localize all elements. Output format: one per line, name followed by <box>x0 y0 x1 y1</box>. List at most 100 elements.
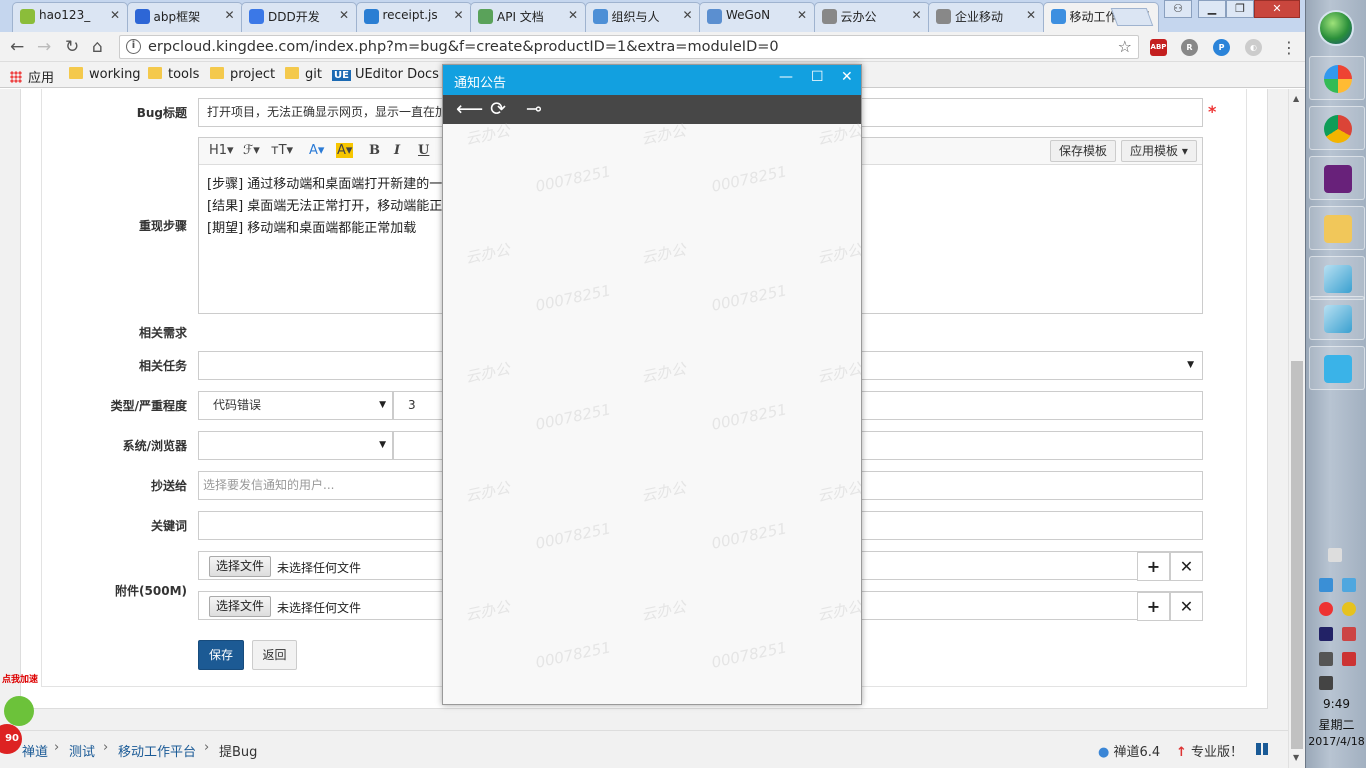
tab-close-icon[interactable]: ✕ <box>453 8 463 22</box>
heading-button[interactable]: H1▾ <box>209 143 234 158</box>
tray-app-icon[interactable] <box>1319 578 1333 592</box>
restore-button[interactable]: ❐ <box>1226 0 1254 18</box>
clock-time[interactable]: 9:49 <box>1306 697 1366 711</box>
page-scrollbar[interactable]: ▲ ▼ <box>1288 89 1305 768</box>
minimize-button[interactable]: ▁ <box>1198 0 1226 18</box>
muted-icon[interactable] <box>1342 652 1356 666</box>
volume-icon[interactable] <box>1342 627 1356 641</box>
network-icon[interactable] <box>1319 676 1333 690</box>
chrome-menu-icon[interactable]: ⋮ <box>1281 38 1297 57</box>
italic-button[interactable]: I <box>394 143 400 158</box>
minimize-icon[interactable]: — <box>779 69 793 85</box>
taskbar-explorer[interactable] <box>1309 206 1365 250</box>
clock-weekday[interactable]: 星期二 <box>1306 716 1366 733</box>
bold-button[interactable]: B <box>369 143 380 158</box>
tab-close-icon[interactable]: ✕ <box>911 8 921 22</box>
tab-close-icon[interactable]: ✕ <box>682 8 692 22</box>
underline-button[interactable]: U <box>418 143 429 158</box>
bookmark-apps[interactable]: 应用 <box>10 67 54 86</box>
extension-grey-icon[interactable]: ◐ <box>1245 39 1262 56</box>
taskbar-im-app[interactable] <box>1309 346 1365 390</box>
speed-up-widget[interactable]: 点我加速 90 <box>0 668 48 768</box>
home-icon[interactable]: ⌂ <box>92 37 103 57</box>
bookmark-star-icon[interactable]: ☆ <box>1118 37 1132 56</box>
extension-r-icon[interactable]: R <box>1181 39 1198 56</box>
bluetooth-icon[interactable] <box>1319 627 1333 641</box>
apply-template-button[interactable]: 应用模板 ▾ <box>1121 140 1197 162</box>
device-icon[interactable] <box>1319 652 1333 666</box>
close-icon[interactable]: ✕ <box>841 69 853 85</box>
tab-close-icon[interactable]: ✕ <box>1026 8 1036 22</box>
new-tab-button[interactable] <box>1110 8 1154 26</box>
qrcode-icon[interactable] <box>1256 743 1268 755</box>
background-color-button[interactable]: A▾ <box>336 143 354 158</box>
reload-icon[interactable]: ↻ <box>65 37 79 57</box>
save-template-button[interactable]: 保存模板 <box>1050 140 1117 162</box>
remove-attachment-button[interactable]: ✕ <box>1170 592 1203 621</box>
info-icon[interactable]: i <box>126 39 141 54</box>
scroll-up-icon[interactable]: ▲ <box>1293 94 1299 103</box>
browser-tab[interactable]: DDD开发 ✕ <box>241 2 357 32</box>
tray-app-icon[interactable] <box>1342 602 1356 616</box>
address-bar[interactable]: i erpcloud.kingdee.com/index.php?m=bug&f… <box>119 35 1139 59</box>
start-button[interactable] <box>1318 10 1354 46</box>
os-select[interactable]: ▼ <box>198 431 393 460</box>
refresh-icon[interactable]: ⟳ <box>490 98 506 120</box>
tab-close-icon[interactable]: ✕ <box>797 8 807 22</box>
profile-icon[interactable]: ⚇ <box>1164 0 1192 18</box>
speed-badge[interactable]: 90 <box>0 724 22 754</box>
add-attachment-button[interactable]: + <box>1137 552 1170 581</box>
browser-tab[interactable]: abp框架 ✕ <box>126 2 243 32</box>
browser-tab[interactable]: 云办公 ✕ <box>813 2 930 32</box>
choose-file-button[interactable]: 选择文件 <box>209 556 272 577</box>
taskbar-notes-2[interactable] <box>1309 296 1365 340</box>
bug-type-select[interactable]: 代码错误 ▼ <box>198 391 393 420</box>
tray-app-icon[interactable] <box>1319 602 1333 616</box>
url-text[interactable]: erpcloud.kingdee.com/index.php?m=bug&f=c… <box>148 39 779 55</box>
save-button[interactable]: 保存 <box>198 640 244 670</box>
browser-tab[interactable]: hao123_ ✕ <box>12 2 128 32</box>
speed-up-label[interactable]: 点我加速 <box>2 672 38 685</box>
remove-attachment-button[interactable]: ✕ <box>1170 552 1203 581</box>
tray-app-icon[interactable] <box>1342 578 1356 592</box>
forward-arrow-icon[interactable]: → <box>37 37 51 57</box>
font-size-button[interactable]: тT▾ <box>271 143 293 158</box>
choose-file-button[interactable]: 选择文件 <box>209 596 272 617</box>
maximize-icon[interactable]: ☐ <box>811 69 824 85</box>
frog-mascot-icon[interactable] <box>4 696 34 726</box>
font-family-button[interactable]: ℱ▾ <box>243 143 260 158</box>
tab-close-icon[interactable]: ✕ <box>339 8 349 22</box>
tab-close-icon[interactable]: ✕ <box>110 8 120 22</box>
browser-tab[interactable]: API 文档 ✕ <box>470 2 586 32</box>
pin-icon[interactable]: ⊸ <box>526 98 542 120</box>
scroll-thumb[interactable] <box>1291 361 1303 749</box>
bookmark-tools[interactable]: tools <box>148 67 199 82</box>
tab-close-icon[interactable]: ✕ <box>224 8 234 22</box>
bookmark-project[interactable]: project <box>210 67 275 82</box>
back-arrow-icon[interactable]: ⟵ <box>456 98 483 120</box>
bookmark-git[interactable]: git <box>285 67 322 82</box>
font-color-button[interactable]: A▾ <box>309 143 324 158</box>
bookmark-working[interactable]: working <box>69 67 141 82</box>
browser-tab[interactable]: receipt.js ✕ <box>355 2 472 32</box>
clock-date[interactable]: 2017/4/18 <box>1306 735 1366 748</box>
bookmark-ueditor[interactable]: UE UEditor Docs <box>332 67 439 82</box>
pro-version-link[interactable]: ↑ 专业版！ <box>1176 741 1243 760</box>
keyboard-icon[interactable] <box>1328 548 1342 562</box>
breadcrumb-test[interactable]: 测试 <box>69 741 95 760</box>
breadcrumb-mobile-platform[interactable]: 移动工作平台 <box>118 741 196 760</box>
taskbar-visual-studio[interactable] <box>1309 156 1365 200</box>
zentao-version-link[interactable]: ● 禅道6.4 <box>1098 741 1160 760</box>
browser-tab[interactable]: 企业移动 ✕ <box>928 2 1044 32</box>
tab-close-icon[interactable]: ✕ <box>568 8 578 22</box>
browser-tab[interactable]: 组织与人 ✕ <box>584 2 701 32</box>
add-attachment-button[interactable]: + <box>1137 592 1170 621</box>
browser-tab[interactable]: WeGoN ✕ <box>699 2 815 32</box>
scroll-down-icon[interactable]: ▼ <box>1293 753 1299 762</box>
extension-blue-icon[interactable]: P <box>1213 39 1230 56</box>
taskbar-app-colorful[interactable] <box>1309 56 1365 100</box>
adblock-icon[interactable]: ABP <box>1150 39 1167 56</box>
back-arrow-icon[interactable]: ← <box>10 37 24 57</box>
back-button[interactable]: 返回 <box>252 640 297 670</box>
taskbar-notes-1[interactable] <box>1309 256 1365 300</box>
